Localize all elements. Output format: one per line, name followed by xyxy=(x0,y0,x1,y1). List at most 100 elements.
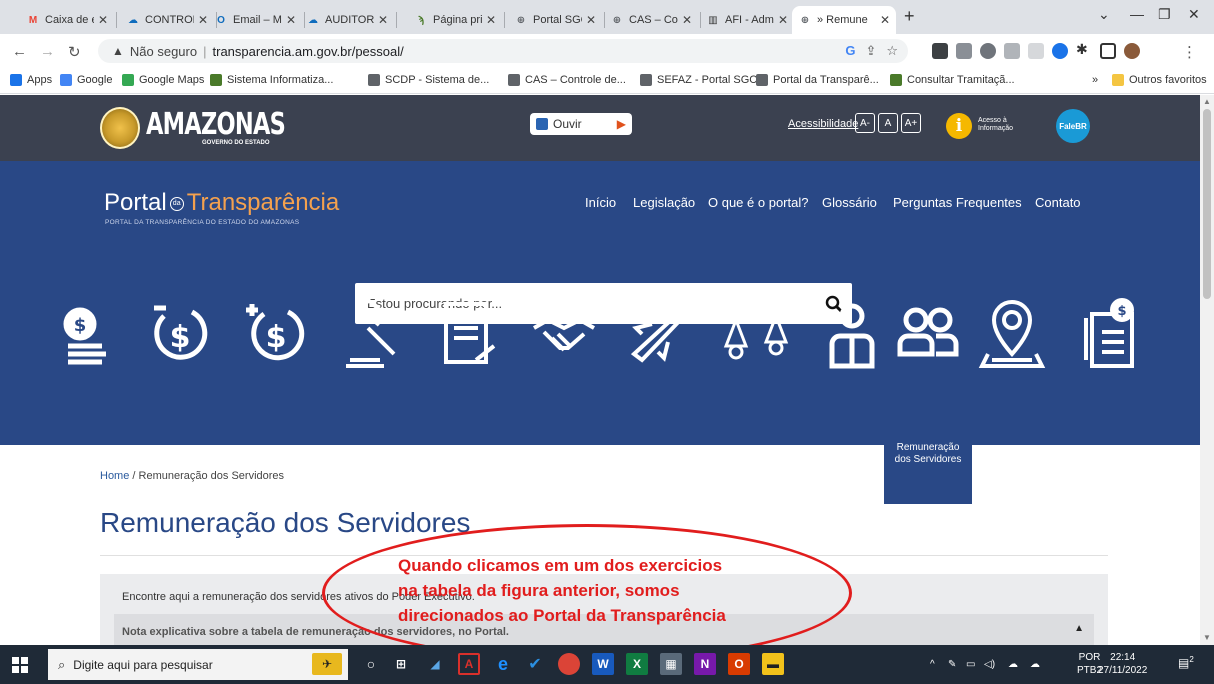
windows-start-icon[interactable] xyxy=(12,657,28,673)
todo-icon[interactable]: ✔ xyxy=(524,653,546,675)
portal-logo[interactable]: Portal da Transparência xyxy=(104,189,339,217)
breadcrumb-home[interactable]: Home xyxy=(100,470,129,482)
search-highlight-icon[interactable]: ✈ xyxy=(312,653,342,675)
bookmark-item[interactable]: Consultar Tramitaçã... xyxy=(890,74,1015,86)
bookmark-star-icon[interactable]: ☆ xyxy=(886,43,898,59)
bookmark-item[interactable]: CAS – Controle de... xyxy=(508,74,626,86)
coins-icon[interactable]: $ xyxy=(44,294,124,374)
gavel-icon[interactable] xyxy=(332,294,412,374)
browser-tab[interactable]: ϡ Página prin ✕ xyxy=(408,6,502,34)
nav-legislacao[interactable]: Legislação xyxy=(633,195,695,210)
info-access-link[interactable]: Acesso à Informação xyxy=(978,117,1013,133)
browser-tab[interactable]: ⊕ » Remune ✕ xyxy=(792,6,896,34)
tab-search-icon[interactable]: ⌄ xyxy=(1098,6,1110,23)
excel-icon[interactable]: X xyxy=(626,653,648,675)
side-panel-icon[interactable] xyxy=(1100,43,1116,59)
font-reset-button[interactable]: A xyxy=(878,113,898,133)
nav-inicio[interactable]: Início xyxy=(585,195,616,210)
profile-avatar[interactable] xyxy=(1124,43,1140,59)
file-explorer-icon[interactable]: ▬ xyxy=(762,653,784,675)
volume-icon[interactable]: ◁) xyxy=(984,659,995,670)
handshake-icon[interactable] xyxy=(524,294,604,374)
taskbar-search[interactable]: ⌕ Digite aqui para pesquisar xyxy=(48,649,348,680)
bookmark-item[interactable]: Google xyxy=(60,74,112,86)
calculator-icon[interactable]: ▦ xyxy=(660,653,682,675)
bookmark-item[interactable]: SEFAZ - Portal SGC xyxy=(640,74,757,86)
browser-tab[interactable]: ☁ CONTROLE ✕ xyxy=(120,6,214,34)
extension-icon[interactable] xyxy=(956,43,972,59)
bookmark-item[interactable]: Sistema Informatiza... xyxy=(210,74,333,86)
tab-close-icon[interactable]: ✕ xyxy=(586,13,596,27)
pen-icon[interactable]: ✎ xyxy=(948,659,956,670)
browser-tab[interactable]: ⊕ CAS – Con ✕ xyxy=(604,6,698,34)
extension-icon[interactable] xyxy=(932,43,948,59)
tab-close-icon[interactable]: ✕ xyxy=(378,13,388,27)
browser-tab[interactable]: M Caixa de e ✕ xyxy=(20,6,114,34)
minimize-icon[interactable]: — xyxy=(1130,6,1144,22)
bookmark-item[interactable]: SCDP - Sistema de... xyxy=(368,74,489,86)
cloud-icon[interactable]: ☁ xyxy=(1030,659,1040,670)
bookmark-item[interactable]: Google Maps xyxy=(122,74,204,86)
scrollbar-thumb[interactable] xyxy=(1203,109,1211,299)
location-icon[interactable] xyxy=(972,294,1052,374)
onenote-icon[interactable]: N xyxy=(694,653,716,675)
nav-glossario[interactable]: Glossário xyxy=(822,195,877,210)
chrome-icon[interactable] xyxy=(558,653,580,675)
scroll-up-icon[interactable]: ▲ xyxy=(1203,97,1211,106)
scale-icon[interactable] xyxy=(716,294,796,374)
info-access-icon[interactable]: i xyxy=(946,113,972,139)
airplane-icon[interactable] xyxy=(620,294,700,374)
font-decrease-button[interactable]: A- xyxy=(855,113,875,133)
person-icon[interactable] xyxy=(812,294,892,374)
browser-tab[interactable]: ☁ AUDITORIA ✕ xyxy=(300,6,394,34)
battery-icon[interactable]: ▭ xyxy=(966,659,975,670)
extension-icon[interactable] xyxy=(1004,43,1020,59)
browser-tab[interactable]: ⊕ Portal SGC ✕ xyxy=(508,6,602,34)
google-lens-icon[interactable]: G xyxy=(845,43,855,59)
tab-close-icon[interactable]: ✕ xyxy=(778,13,788,27)
revenue-icon[interactable]: $ xyxy=(236,294,316,374)
tab-close-icon[interactable]: ✕ xyxy=(880,13,890,27)
close-window-icon[interactable]: ✕ xyxy=(1188,6,1200,23)
forward-icon[interactable]: → xyxy=(40,43,55,60)
back-icon[interactable]: ← xyxy=(12,43,27,60)
task-view-icon[interactable]: ⊞ xyxy=(390,653,412,675)
nav-perguntas-frequentes[interactable]: Perguntas Frequentes xyxy=(893,195,1022,210)
browser-tab[interactable]: O Email – Ma ✕ xyxy=(208,6,302,34)
cortana-icon[interactable]: ○ xyxy=(360,653,382,675)
zoom-extension-icon[interactable] xyxy=(1052,43,1068,59)
tab-close-icon[interactable]: ✕ xyxy=(198,13,208,27)
tab-close-icon[interactable]: ✕ xyxy=(682,13,692,27)
onedrive-icon[interactable]: ☁ xyxy=(1008,659,1018,670)
nav-contato[interactable]: Contato xyxy=(1035,195,1081,210)
new-tab-button[interactable]: + xyxy=(904,6,915,27)
contract-icon[interactable] xyxy=(428,294,508,374)
more-bookmarks-button[interactable]: » xyxy=(1092,74,1098,86)
expenses-icon[interactable]: $ xyxy=(140,294,220,374)
app-icon[interactable]: ◢ xyxy=(424,653,446,675)
category-remuneracao-servidores[interactable]: Remuneração dos Servidores xyxy=(884,360,972,504)
tab-close-icon[interactable]: ✕ xyxy=(98,13,108,27)
accessibility-link[interactable]: Acessibilidade xyxy=(788,118,858,130)
tray-chevron-icon[interactable]: ^ xyxy=(930,659,935,670)
reload-icon[interactable]: ↻ xyxy=(68,43,81,61)
listen-button[interactable]: Ouvir ▶ xyxy=(530,113,632,135)
word-icon[interactable]: W xyxy=(592,653,614,675)
font-increase-button[interactable]: A+ xyxy=(901,113,921,133)
address-bar[interactable]: ▲ Não seguro | transparencia.am.gov.br/p… xyxy=(98,39,908,63)
office-icon[interactable]: O xyxy=(728,653,750,675)
extension-icon[interactable] xyxy=(1028,43,1044,59)
maximize-icon[interactable]: ❐ xyxy=(1158,6,1171,23)
scroll-down-icon[interactable]: ▼ xyxy=(1203,633,1211,642)
tab-close-icon[interactable]: ✕ xyxy=(286,13,296,27)
system-clock[interactable]: 22:14 27/11/2022 xyxy=(1098,651,1147,677)
browser-tab[interactable]: ▥ AFI - Adm ✕ xyxy=(700,6,794,34)
extension-icon[interactable] xyxy=(980,43,996,59)
amazonas-logo[interactable]: AMAZONAS GOVERNO DO ESTADO xyxy=(100,107,331,149)
falebr-button[interactable]: FaleBR xyxy=(1056,109,1090,143)
other-bookmarks-folder[interactable]: Outros favoritos xyxy=(1112,74,1207,86)
page-scrollbar[interactable]: ▲ ▼ xyxy=(1200,95,1214,645)
notification-icon[interactable]: ▤2 xyxy=(1178,655,1196,673)
acrobat-icon[interactable]: A xyxy=(458,653,480,675)
bookmark-item[interactable]: Apps xyxy=(10,74,52,86)
